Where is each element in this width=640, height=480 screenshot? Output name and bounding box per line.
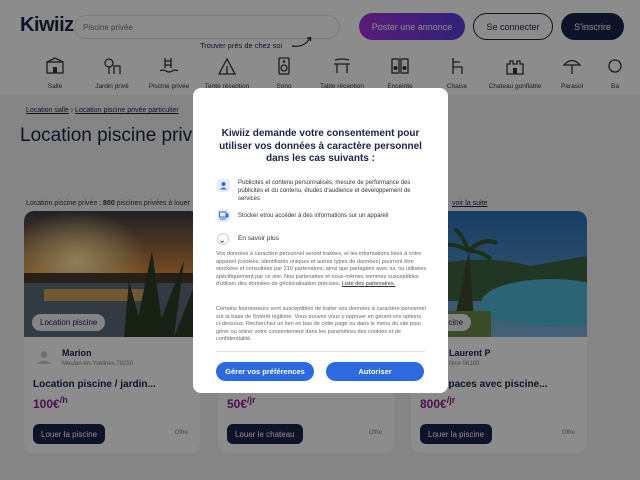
person-icon xyxy=(217,179,230,192)
consent-dialog: Kiwiiz demande votre consentement pour u… xyxy=(193,88,448,393)
chevron-down-icon xyxy=(217,233,229,245)
consent-title: Kiwiiz demande votre consentement pour u… xyxy=(219,128,422,164)
partners-list-link[interactable]: Liste des partenaires. xyxy=(342,281,395,287)
purpose-device-storage: Stocker et/ou accéder à des informations… xyxy=(217,209,432,223)
device-icon xyxy=(217,209,230,222)
legitimate-interest-text: Certains fournisseurs sont susceptibles … xyxy=(216,306,426,343)
manage-preferences-button[interactable]: Gérer vos préférences xyxy=(216,362,314,381)
purpose-personalized-ads: Publicités et contenu personnalisés, mes… xyxy=(217,179,432,207)
divider xyxy=(216,351,425,352)
consent-description: Vos données à caractère personnel seront… xyxy=(216,251,427,288)
accept-button[interactable]: Autoriser xyxy=(326,362,424,381)
